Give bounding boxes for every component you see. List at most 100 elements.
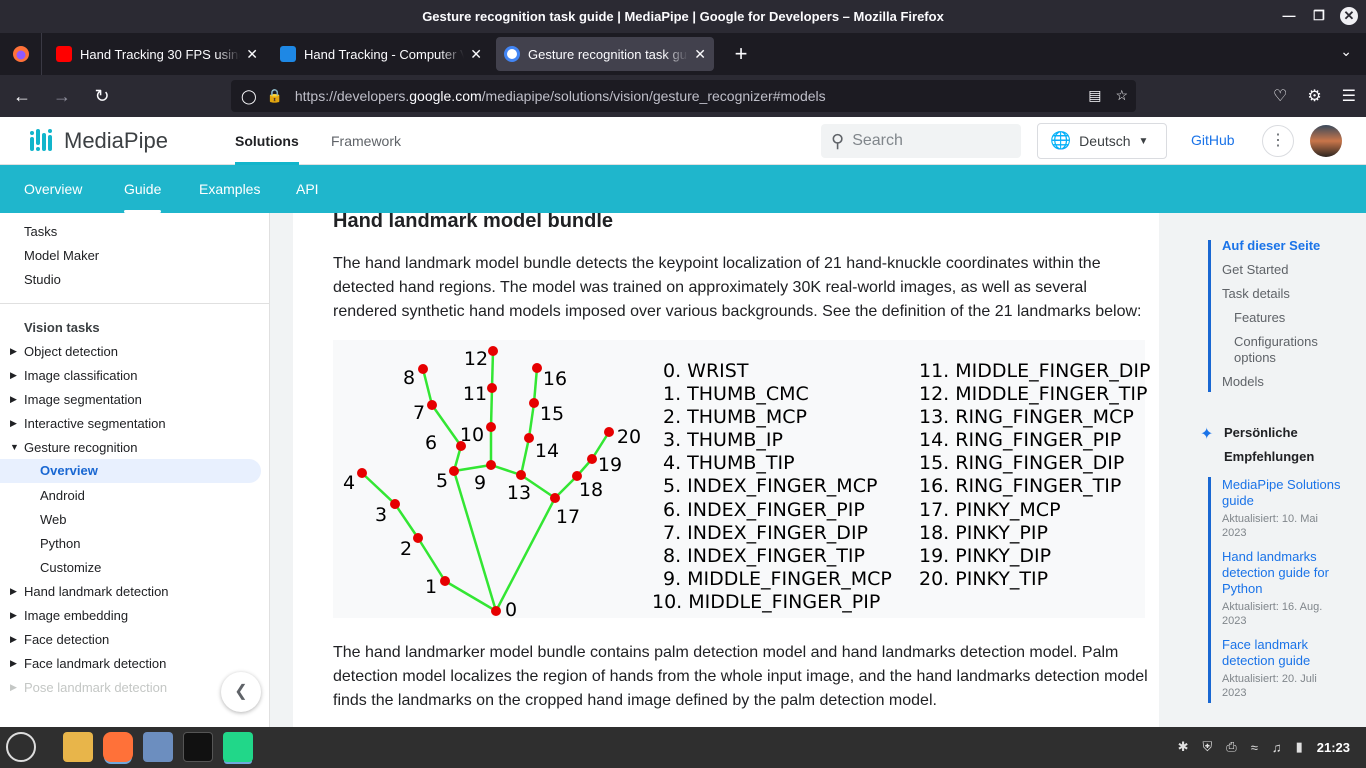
clock[interactable]: 21:23 xyxy=(1317,740,1350,755)
mediapipe-logo-icon xyxy=(30,128,52,151)
sidebar-item-image-segmentation[interactable]: Image segmentation xyxy=(24,392,142,407)
shield-tray-icon[interactable]: ⛨ xyxy=(1203,739,1213,755)
reload-icon[interactable]: ↻ xyxy=(84,78,120,114)
sidebar-item-gesture-recognition[interactable]: Gesture recognition xyxy=(24,440,137,455)
rec-2-title-3[interactable]: Python xyxy=(1222,581,1262,596)
sidebar-item-tasks[interactable]: Tasks xyxy=(24,224,57,239)
sidebar-item-face-detection[interactable]: Face detection xyxy=(24,632,109,647)
sidebar-item-object-detection[interactable]: Object detection xyxy=(24,344,118,359)
close-icon[interactable]: ✕ xyxy=(1340,7,1358,25)
sound-icon[interactable]: ♫ xyxy=(1272,740,1282,755)
bookmark-star-icon[interactable]: ☆ xyxy=(1115,87,1128,104)
toc-features[interactable]: Features xyxy=(1234,310,1285,325)
sidebar-item-web[interactable]: Web xyxy=(40,512,67,527)
collapse-arrow-icon[interactable]: ▼ xyxy=(10,442,19,452)
bluetooth-icon[interactable]: ✱ xyxy=(1178,739,1189,755)
sidebar-item-android[interactable]: Android xyxy=(40,488,85,503)
brand-name: MediaPipe xyxy=(64,127,168,153)
subnav-guide[interactable]: Guide xyxy=(124,165,162,213)
url-bar[interactable]: ◯ 🔒 https://developers.google.com/mediap… xyxy=(231,80,1136,112)
collapse-sidebar-icon[interactable]: ❮ xyxy=(221,672,261,712)
sidebar-item-customize[interactable]: Customize xyxy=(40,560,101,575)
new-tab-icon[interactable]: + xyxy=(728,41,754,67)
toc-models[interactable]: Models xyxy=(1222,374,1264,389)
tab-computer-vision[interactable]: Hand Tracking - Computer V ✕ xyxy=(272,37,490,71)
lock-icon[interactable]: 🔒 xyxy=(267,88,283,104)
youtube-icon xyxy=(56,46,72,62)
firefox-icon[interactable] xyxy=(103,732,133,762)
rec-2-title-2[interactable]: detection guide for xyxy=(1222,565,1329,580)
landmark-point xyxy=(390,499,400,509)
rec-2-title[interactable]: Hand landmarks xyxy=(1222,549,1317,564)
rec-1-title-2[interactable]: guide xyxy=(1222,493,1254,508)
back-icon[interactable]: ← xyxy=(4,78,40,114)
sidebar-item-face-landmark[interactable]: Face landmark detection xyxy=(24,656,166,671)
menu-icon[interactable]: ☰ xyxy=(1342,86,1356,106)
landmark-label: 15. RING_FINGER_DIP xyxy=(919,452,1125,475)
sidebar-item-interactive-segmentation[interactable]: Interactive segmentation xyxy=(24,416,166,431)
extensions-icon[interactable]: ⚙ xyxy=(1307,86,1321,106)
sidebar-item-studio[interactable]: Studio xyxy=(24,272,61,287)
tab-youtube[interactable]: Hand Tracking 30 FPS using ✕ xyxy=(48,37,266,71)
left-sidebar: Tasks Model Maker Studio Vision tasks ▶ … xyxy=(0,213,270,727)
sidebar-item-image-classification[interactable]: Image classification xyxy=(24,368,137,383)
landmark-point xyxy=(532,363,542,373)
toc-configurations[interactable]: Configurations xyxy=(1234,334,1318,349)
landmark-label: 2. THUMB_MCP xyxy=(663,406,808,429)
expand-arrow-icon[interactable]: ▶ xyxy=(10,586,17,597)
sidebar-item-overview[interactable]: Overview xyxy=(0,459,261,483)
subnav-examples[interactable]: Examples xyxy=(199,165,260,213)
firefox-view-icon[interactable] xyxy=(0,33,42,75)
terminal-icon[interactable] xyxy=(183,732,213,762)
landmark-label: 5. INDEX_FINGER_MCP xyxy=(663,475,878,498)
github-link[interactable]: GitHub xyxy=(1191,132,1235,148)
wifi-icon[interactable]: ≈ xyxy=(1251,740,1258,755)
forward-icon[interactable]: → xyxy=(44,78,80,114)
language-select[interactable]: 🌐 Deutsch ▼ xyxy=(1037,123,1167,159)
toc-get-started[interactable]: Get Started xyxy=(1222,262,1288,277)
restore-icon[interactable]: ❐ xyxy=(1310,7,1328,25)
tab-framework[interactable]: Framework xyxy=(331,117,401,165)
reader-view-icon[interactable]: ▤ xyxy=(1088,87,1101,104)
sidebar-item-pose-landmark[interactable]: Pose landmark detection xyxy=(24,680,167,695)
mail-icon[interactable] xyxy=(143,732,173,762)
expand-arrow-icon[interactable]: ▶ xyxy=(10,394,17,405)
expand-arrow-icon[interactable]: ▶ xyxy=(10,682,17,693)
mint-menu-icon[interactable] xyxy=(6,732,36,762)
expand-arrow-icon[interactable]: ▶ xyxy=(10,418,17,429)
sidebar-item-model-maker[interactable]: Model Maker xyxy=(24,248,99,263)
more-options-icon[interactable]: ⋮ xyxy=(1262,125,1294,157)
list-all-tabs-icon[interactable]: ⌄ xyxy=(1340,43,1352,60)
rec-3-title[interactable]: Face landmark xyxy=(1222,637,1308,652)
rec-1-title[interactable]: MediaPipe Solutions xyxy=(1222,477,1341,492)
pycharm-icon[interactable] xyxy=(223,732,253,762)
subnav-api[interactable]: API xyxy=(296,165,319,213)
sidebar-item-image-embedding[interactable]: Image embedding xyxy=(24,608,128,623)
tab-gesture-recognition[interactable]: Gesture recognition task gu ✕ xyxy=(496,37,714,71)
search-input[interactable]: ⚲ Search xyxy=(821,124,1021,158)
tab-close-icon[interactable]: ✕ xyxy=(246,46,258,63)
battery-icon[interactable]: ▮ xyxy=(1296,739,1303,755)
expand-arrow-icon[interactable]: ▶ xyxy=(10,370,17,381)
sidebar-item-hand-landmark[interactable]: Hand landmark detection xyxy=(24,584,169,599)
files-icon[interactable] xyxy=(63,732,93,762)
subnav-overview[interactable]: Overview xyxy=(24,165,82,213)
pocket-icon[interactable]: ♡ xyxy=(1273,86,1287,106)
url-text[interactable]: https://developers.google.com/mediapipe/… xyxy=(295,88,826,104)
toc-options[interactable]: options xyxy=(1234,350,1276,365)
rec-3-title-2[interactable]: detection guide xyxy=(1222,653,1310,668)
minimize-icon[interactable]: — xyxy=(1280,7,1298,25)
expand-arrow-icon[interactable]: ▶ xyxy=(10,346,17,357)
tab-solutions[interactable]: Solutions xyxy=(235,117,299,165)
mediapipe-logo[interactable]: MediaPipe xyxy=(30,128,168,154)
tab-close-icon[interactable]: ✕ xyxy=(470,46,482,63)
expand-arrow-icon[interactable]: ▶ xyxy=(10,634,17,645)
toc-task-details[interactable]: Task details xyxy=(1222,286,1290,301)
expand-arrow-icon[interactable]: ▶ xyxy=(10,610,17,621)
expand-arrow-icon[interactable]: ▶ xyxy=(10,658,17,669)
tab-close-icon[interactable]: ✕ xyxy=(694,46,706,63)
avatar[interactable] xyxy=(1310,125,1342,157)
printer-icon[interactable]: ⎙ xyxy=(1226,739,1236,755)
shield-icon[interactable]: ◯ xyxy=(241,88,257,105)
sidebar-item-python[interactable]: Python xyxy=(40,536,80,551)
